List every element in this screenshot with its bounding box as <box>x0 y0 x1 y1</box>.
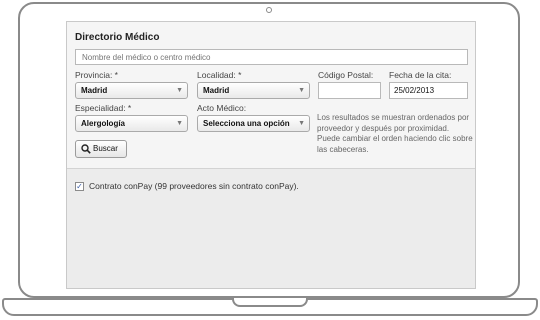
search-button[interactable]: Buscar <box>75 140 127 158</box>
directory-form: Directorio Médico Provincia: * Madrid ▼ … <box>67 22 475 169</box>
localidad-value: Madrid <box>203 86 230 95</box>
localidad-select[interactable]: Madrid ▼ <box>197 82 310 99</box>
provincia-label: Provincia: * <box>75 70 118 80</box>
acto-medico-select[interactable]: Selecciona una opción ▼ <box>197 115 310 132</box>
chevron-down-icon: ▼ <box>298 120 305 127</box>
contrato-checkbox[interactable]: ✓ <box>75 182 84 191</box>
chevron-down-icon: ▼ <box>176 87 183 94</box>
search-icon <box>81 144 91 154</box>
provincia-value: Madrid <box>81 86 108 95</box>
chevron-down-icon: ▼ <box>176 120 183 127</box>
acto-medico-label: Acto Médico: <box>197 103 247 113</box>
chevron-down-icon: ▼ <box>298 87 305 94</box>
localidad-label: Localidad: * <box>197 70 242 80</box>
search-button-label: Buscar <box>93 144 118 153</box>
codigo-postal-input[interactable] <box>318 82 381 99</box>
fecha-label: Fecha de la cita: <box>389 70 452 80</box>
page-title: Directorio Médico <box>75 32 160 43</box>
fecha-input[interactable]: 25/02/2013 <box>389 82 468 99</box>
app-screen: Directorio Médico Provincia: * Madrid ▼ … <box>66 21 476 289</box>
especialidad-label: Especialidad: * <box>75 103 132 113</box>
results-info-text: Los resultados se muestran ordenados por… <box>317 113 473 154</box>
laptop-notch <box>232 298 308 307</box>
provincia-select[interactable]: Madrid ▼ <box>75 82 188 99</box>
acto-medico-value: Selecciona una opción <box>203 119 290 128</box>
especialidad-select[interactable]: Alergología ▼ <box>75 115 188 132</box>
camera-icon <box>266 7 272 13</box>
contrato-label: Contrato conPay (99 proveedores sin cont… <box>89 181 299 191</box>
especialidad-value: Alergología <box>81 119 126 128</box>
codigo-postal-label: Código Postal: <box>318 70 374 80</box>
search-input[interactable] <box>75 49 468 65</box>
